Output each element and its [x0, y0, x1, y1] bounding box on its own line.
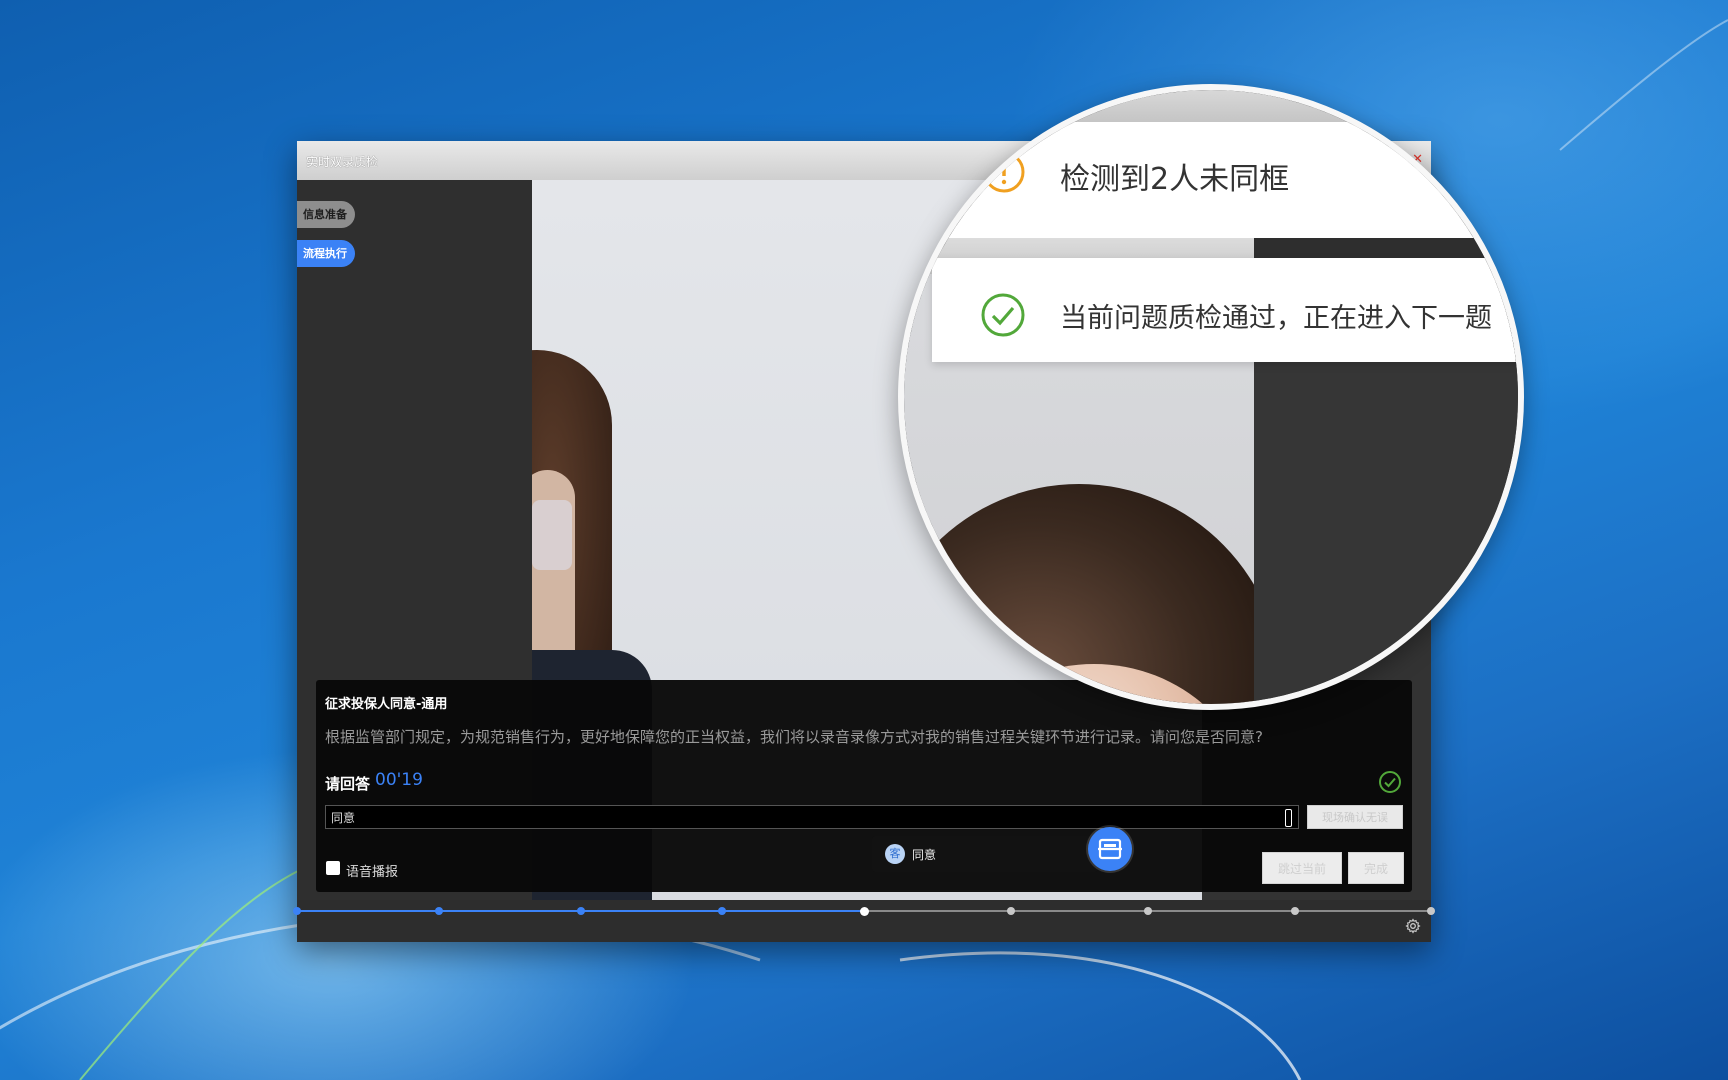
progress-step-dot: [293, 907, 301, 915]
answer-label: 请回答: [325, 775, 371, 793]
question-title: 征求投保人同意-通用: [325, 697, 448, 712]
check-circle-icon: [981, 293, 1025, 337]
warning-text: 检测到2人未同框: [1060, 162, 1290, 197]
warning-circle-icon: [983, 151, 1025, 193]
voice-broadcast-label: 语音播报: [346, 865, 399, 880]
answer-input[interactable]: 同意: [325, 805, 1299, 829]
progress-step-dot: [1290, 907, 1299, 915]
sidebar-item-process-exec[interactable]: 流程执行: [297, 240, 355, 267]
scan-icon: [1098, 838, 1122, 860]
progress-bar[interactable]: [293, 907, 1435, 916]
question-panel: 征求投保人同意-通用 根据监管部门规定，为规范销售行为，更好地保障您的正当权益，…: [316, 680, 1412, 892]
check-circle-icon: [1379, 771, 1401, 793]
transcript-chip: 客 同意: [872, 836, 1098, 872]
question-text: 根据监管部门规定，为规范销售行为，更好地保障您的正当权益，我们将以录音录像方式对…: [325, 728, 1263, 746]
voice-broadcast-checkbox[interactable]: [326, 861, 340, 875]
progress-step-dot: [434, 907, 443, 915]
customer-avatar: 客: [885, 844, 905, 864]
progress-step-dot: [576, 907, 585, 915]
progress-step-dot: [860, 907, 869, 916]
person-mask: [532, 500, 572, 570]
progress-step-dot: [1427, 907, 1435, 915]
done-button[interactable]: 完成: [1348, 852, 1404, 884]
answer-input-value: 同意: [331, 811, 356, 825]
progress-step-dot: [1007, 907, 1016, 915]
scan-button[interactable]: [1088, 827, 1132, 871]
progress-step-dot: [718, 907, 727, 915]
skip-button[interactable]: 跳过当前: [1262, 852, 1342, 884]
magnifier-callout: 检测到2人未同框 当前问题质检通过，正在进入下一题: [898, 84, 1524, 710]
confirm-button[interactable]: 现场确认无误: [1307, 805, 1403, 829]
sidebar-item-info-prep[interactable]: 信息准备: [297, 201, 355, 228]
settings-gear-icon[interactable]: [1405, 918, 1421, 934]
progress-step-dot: [1143, 907, 1152, 915]
transcript-text: 同意: [912, 848, 937, 862]
input-cursor: [1285, 809, 1292, 827]
pass-text: 当前问题质检通过，正在进入下一题: [1060, 303, 1492, 334]
window-title: 实时双录质检: [306, 155, 379, 169]
answer-timer: 00'19: [375, 770, 423, 790]
